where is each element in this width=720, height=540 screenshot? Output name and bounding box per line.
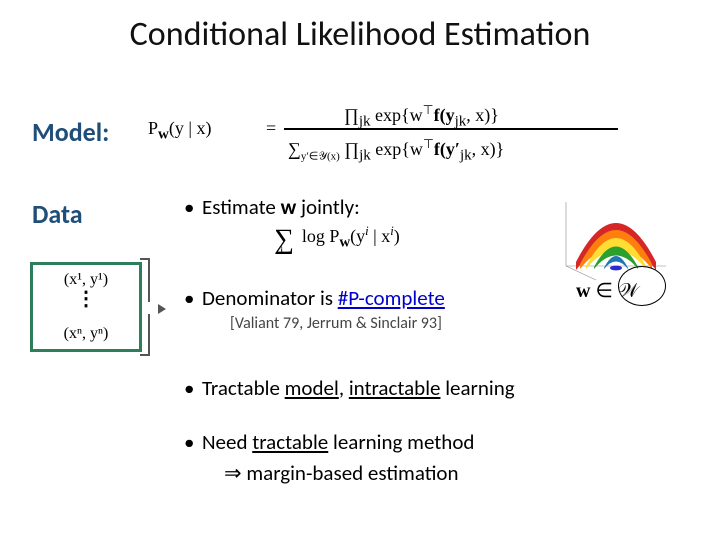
eq-P: P (148, 118, 158, 138)
eq-w-sub: w (158, 127, 169, 143)
surface-plot-icon (556, 196, 676, 282)
data-row-1: (x¹, y¹) (33, 271, 139, 289)
bullet-need-sub: ⇒ margin-based estimation (224, 460, 459, 486)
data-box: (x¹, y¹) ⋮ (xⁿ, yⁿ) (30, 262, 142, 352)
label-model: Model: (32, 116, 109, 148)
ellipse-icon (618, 266, 666, 306)
bullet-need: • Need tractable learning method (184, 430, 694, 455)
data-ellipsis: ⋮ (33, 293, 139, 305)
w-in-W: w ∈ 𝒲 (576, 278, 639, 303)
label-data: Data (32, 198, 83, 230)
eq-denominator: ∑y′∈𝒴(x) ∏jk exp{w⊤f(y′jk, x)} (288, 136, 504, 165)
link-p-complete[interactable]: #P-complete (338, 285, 445, 311)
brace-icon (140, 248, 168, 366)
implies-icon: ⇒ (224, 461, 242, 485)
slide: Conditional Likelihood Estimation Model:… (0, 0, 720, 540)
eq-args: (y | x) (169, 118, 212, 138)
slide-title: Conditional Likelihood Estimation (0, 14, 720, 55)
eq-equals: = (266, 118, 276, 139)
bullet-tractable: • Tractable model, intractable learning (184, 376, 694, 401)
eq-numerator: ∏jk exp{w⊤f(yjk, x)} (344, 102, 499, 131)
data-row-n: (xⁿ, yⁿ) (33, 325, 139, 343)
citation: [Valiant 79, Jerrum & Sinclair 93] (230, 314, 442, 333)
sum-equation: ∑i log Pw(yi | xi) (274, 224, 400, 256)
model-equation: Pw(y | x) = ∏jk exp{w⊤f(yjk, x)} ∑y′∈𝒴(x… (148, 96, 638, 166)
